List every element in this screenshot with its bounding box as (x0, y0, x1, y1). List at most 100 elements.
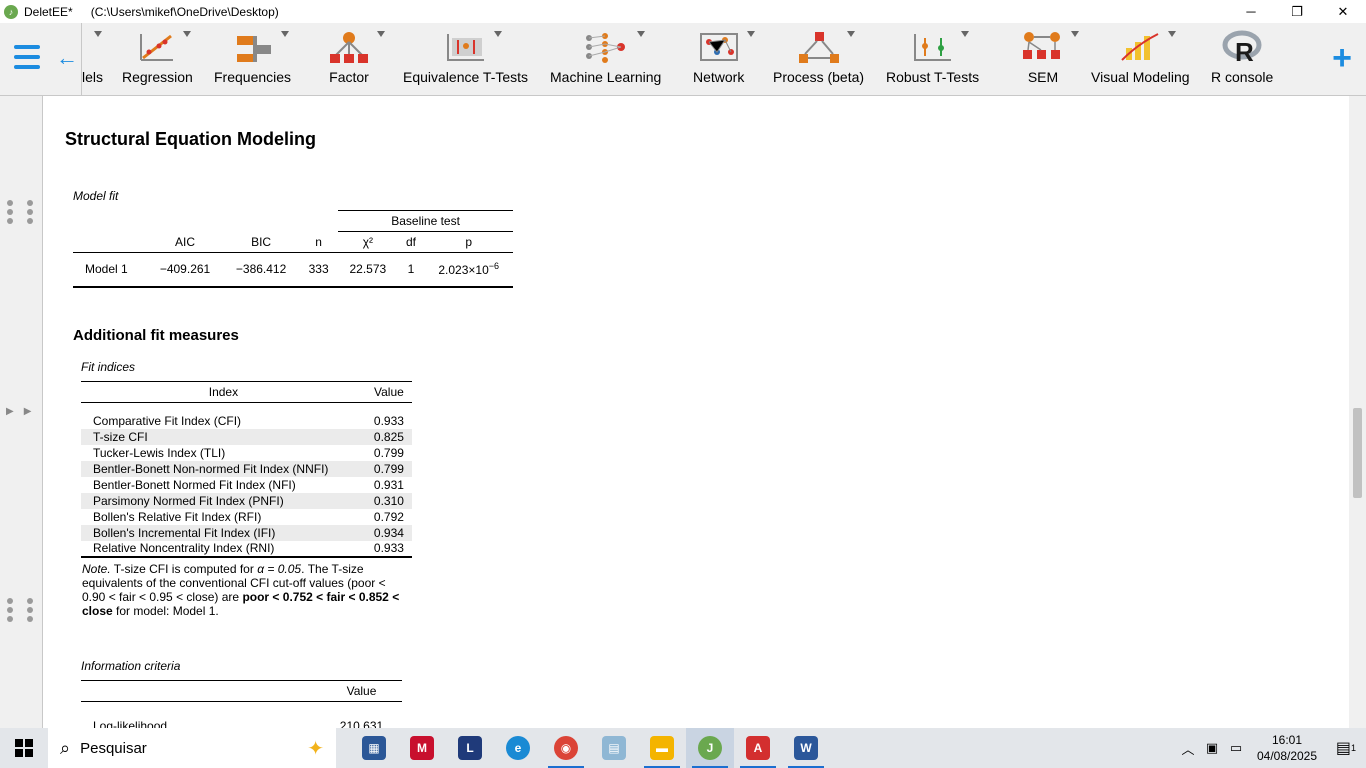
module-partial[interactable]: lels (82, 29, 103, 91)
vertical-scrollbar[interactable] (1349, 96, 1366, 728)
taskbar-search[interactable]: ⌕ Pesquisar ✦ (48, 728, 336, 768)
taskbar-app-explorer[interactable]: ▬ (638, 728, 686, 768)
clock-time: 16:01 (1271, 733, 1303, 747)
network-icon (697, 29, 755, 65)
col-chi2: χ² (338, 231, 398, 253)
table-row: Log-likelihood 210.631 (93, 718, 384, 729)
info-criteria-table: Value Log-likelihood 210.631 (81, 680, 402, 728)
copilot-sparkle-icon[interactable]: ✦ (307, 736, 324, 761)
model-name: Model 1 (73, 252, 147, 288)
machine-learning-icon (581, 29, 645, 65)
minimize-button[interactable]: ─ (1228, 0, 1274, 23)
taskbar-app-edge[interactable]: e (494, 728, 542, 768)
restore-button[interactable]: ❐ (1274, 0, 1320, 23)
module-label: Visual Modeling (1091, 69, 1190, 85)
clock[interactable]: 16:01 04/08/2025 (1248, 732, 1326, 764)
col-value: Value (365, 381, 412, 403)
module-label: Frequencies (214, 69, 292, 85)
table-row: Model 1 −409.261 −386.412 333 22.573 1 2… (73, 252, 513, 288)
taskbar-app-lexibook[interactable]: L (446, 728, 494, 768)
model-fit-table: Baseline test AIC BIC n χ² df p Model 1 … (73, 210, 513, 288)
additional-fit-title: Additional fit measures (73, 327, 239, 344)
svg-text:R: R (1235, 37, 1254, 64)
robust-ttests-icon (911, 29, 969, 65)
module-r-console[interactable]: R R console (1211, 29, 1273, 91)
scrollbar-thumb[interactable] (1353, 408, 1362, 498)
expand-arrows-icon[interactable]: ▶ ▶ (6, 406, 31, 417)
table-row: Comparative Fit Index (CFI) 0.933 (93, 413, 404, 428)
module-equivalence-ttests[interactable]: Equivalence T-Tests (403, 29, 528, 91)
col-value: Value (321, 680, 402, 702)
fit-indices-caption: Fit indices (81, 360, 136, 374)
notifications-button[interactable]: ▤ 1 (1326, 728, 1366, 768)
taskbar-app-mcafee[interactable]: M (398, 728, 446, 768)
close-button[interactable]: ✕ (1320, 0, 1366, 23)
visual-modeling-icon (1118, 29, 1177, 65)
taskbar-app-word[interactable]: W (782, 728, 830, 768)
table-row: Bollen's Relative Fit Index (RFI) 0.792 (93, 509, 404, 524)
col-n: n (299, 231, 339, 253)
module-label: SEM (1027, 69, 1059, 85)
module-ribbon: ← lels Regression Frequencies Factor Equ… (0, 23, 1366, 96)
meet-now-icon[interactable]: ▣ (1200, 740, 1224, 756)
baseline-test-header: Baseline test (338, 210, 513, 232)
start-button[interactable] (0, 728, 48, 768)
table-row: Parsimony Normed Fit Index (PNFI) 0.310 (81, 492, 412, 509)
module-label: Robust T-Tests (886, 69, 980, 85)
back-arrow-icon[interactable]: ← (56, 45, 78, 71)
table-row: T-size CFI 0.825 (81, 428, 412, 445)
sem-icon (1021, 29, 1079, 65)
module-robust-ttests[interactable]: Robust T-Tests (886, 29, 979, 91)
taskbar-app-acrobat[interactable]: A (734, 728, 782, 768)
module-factor[interactable]: Factor (327, 29, 385, 91)
r-console-icon: R (1222, 29, 1262, 65)
col-df: df (397, 231, 425, 253)
window-title: DeletEE* (24, 4, 73, 19)
search-placeholder: Pesquisar (80, 739, 147, 757)
module-visual-modeling[interactable]: Visual Modeling (1091, 29, 1190, 91)
table-row: Bollen's Incremental Fit Index (IFI) 0.93… (81, 524, 412, 541)
regression-icon (137, 29, 192, 65)
df-value: 1 (397, 252, 425, 288)
module-machine-learning[interactable]: Machine Learning (550, 29, 661, 91)
chi2-value: 22.573 (338, 252, 398, 288)
notification-icon: ▤ (1335, 740, 1352, 757)
drag-handle-icon[interactable] (7, 200, 33, 224)
module-label: Factor (329, 69, 369, 85)
taskbar-app-chrome[interactable]: ◉ (542, 728, 590, 768)
p-value: 2.023×10−6 (424, 252, 513, 288)
module-regression[interactable]: Regression (122, 29, 193, 91)
factor-icon (327, 29, 385, 65)
fit-indices-note: Note. T-size CFI is computed for α = 0.0… (82, 562, 400, 618)
module-network[interactable]: Network (693, 29, 755, 91)
n-value: 333 (299, 252, 339, 288)
module-label: Process (beta) (773, 69, 865, 85)
taskbar-app-files[interactable]: ▤ (590, 728, 638, 768)
windows-icon (15, 739, 33, 757)
info-criteria-caption: Information criteria (81, 659, 181, 673)
col-p: p (424, 231, 513, 253)
module-frequencies[interactable]: Frequencies (214, 29, 291, 91)
fit-indices-table: Index Value Comparative Fit Index (CFI) 0… (81, 381, 412, 558)
drag-handle-icon[interactable] (7, 598, 33, 622)
chevron-up-icon[interactable]: ︿ (1176, 739, 1200, 758)
module-label: Network (693, 69, 745, 85)
taskbar: ⌕ Pesquisar ✦ ▦ M L e ◉ ▤ ▬ J A W ︿ ▣ ▭ … (0, 728, 1366, 768)
module-sem[interactable]: SEM (1021, 29, 1079, 91)
analysis-title: Structural Equation Modeling (65, 129, 316, 149)
menu-icon[interactable] (14, 45, 40, 69)
module-process[interactable]: Process (beta) (773, 29, 864, 91)
jasp-app-icon: ♪ (4, 4, 18, 19)
table-row: Bentler-Bonett Non-normed Fit Index (NNF… (81, 460, 412, 477)
taskbar-app-jasp[interactable]: J (686, 728, 734, 768)
window-path: (C:\Users\mikef\OneDrive\Desktop) (90, 4, 279, 19)
table-row: Bentler-Bonett Normed Fit Index (NFI) 0.9… (93, 477, 404, 492)
module-label: Machine Learning (550, 69, 662, 85)
taskbar-app-store[interactable]: ▦ (350, 728, 398, 768)
network-tray-icon[interactable]: ▭ (1224, 740, 1248, 756)
panel-splitter[interactable]: ▶ ▶ (0, 96, 43, 728)
aic-value: −409.261 (147, 252, 224, 288)
add-module-button[interactable]: + (1332, 41, 1352, 75)
model-fit-caption: Model fit (73, 189, 119, 203)
search-icon: ⌕ (60, 737, 71, 758)
